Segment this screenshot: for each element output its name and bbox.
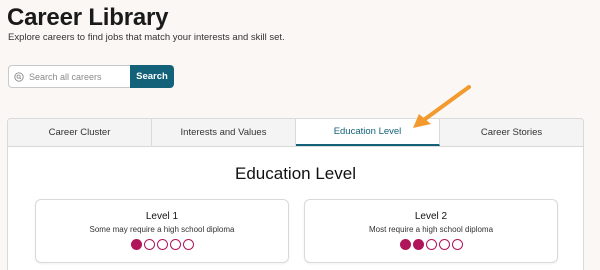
level-name: Level 1 bbox=[145, 211, 179, 222]
level-rating bbox=[305, 239, 557, 250]
rating-dot-empty bbox=[143, 239, 155, 250]
search-input[interactable] bbox=[29, 71, 129, 82]
rating-dot-empty bbox=[156, 239, 168, 250]
rating-dot-empty bbox=[169, 239, 181, 250]
rating-dot-empty bbox=[182, 239, 194, 250]
section-title: Education Level bbox=[235, 164, 356, 183]
rating-dot-empty bbox=[438, 239, 450, 250]
page-subtitle: Explore careers to find jobs that match … bbox=[8, 32, 285, 43]
level-description: Some may require a high school diploma bbox=[89, 225, 235, 234]
search-field[interactable] bbox=[8, 65, 130, 88]
level-card-2[interactable]: Level 2 Most require a high school diplo… bbox=[304, 199, 558, 263]
rating-dot-filled bbox=[412, 239, 424, 250]
level-name: Level 2 bbox=[414, 211, 448, 222]
rating-dot-filled bbox=[399, 239, 411, 250]
tab-bar: Career Cluster Interests and Values Educ… bbox=[8, 119, 583, 147]
education-panel: Career Cluster Interests and Values Educ… bbox=[7, 118, 584, 270]
level-card-1[interactable]: Level 1 Some may require a high school d… bbox=[35, 199, 289, 263]
tab-interests-and-values[interactable]: Interests and Values bbox=[152, 119, 296, 146]
level-rating bbox=[36, 239, 288, 250]
search-icon bbox=[14, 71, 24, 82]
rating-dot-empty bbox=[451, 239, 463, 250]
tab-career-cluster[interactable]: Career Cluster bbox=[8, 119, 152, 146]
annotation-arrow-icon bbox=[413, 85, 471, 128]
search-button[interactable]: Search bbox=[130, 65, 174, 88]
page-title: Career Library bbox=[7, 4, 169, 31]
rating-dot-filled bbox=[130, 239, 142, 250]
rating-dot-empty bbox=[425, 239, 437, 250]
level-description: Most require a high school diploma bbox=[368, 225, 494, 234]
search-bar: Search bbox=[8, 65, 174, 88]
